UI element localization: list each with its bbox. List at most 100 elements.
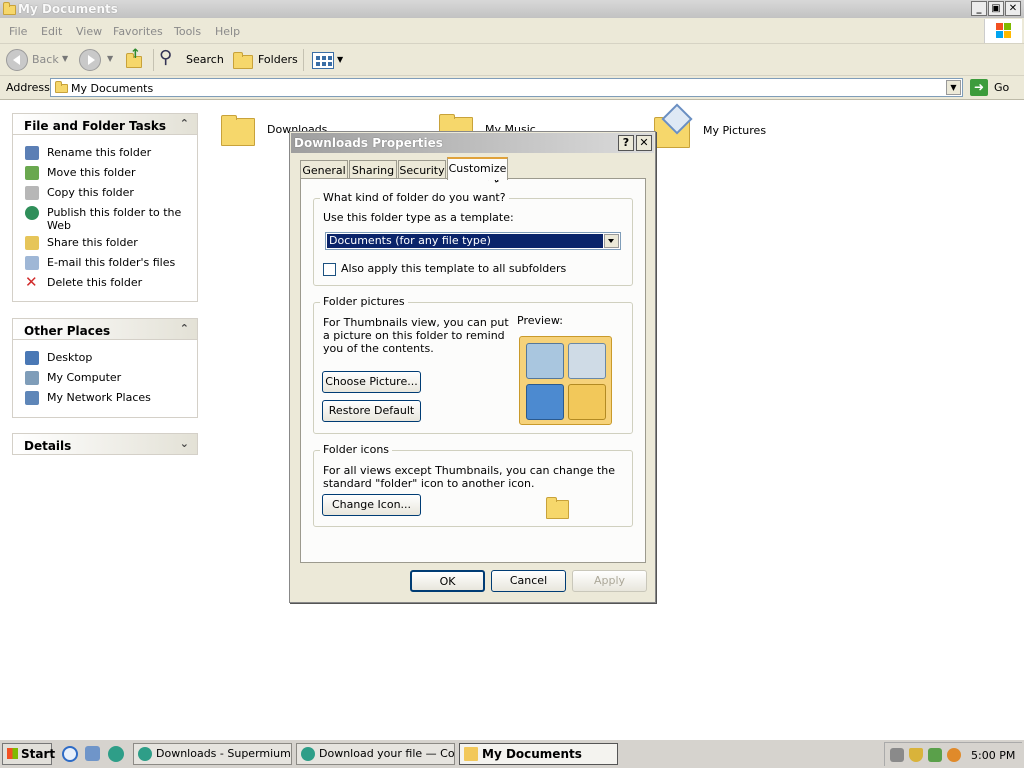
task-label: Share this folder — [47, 236, 138, 249]
menu-edit[interactable]: Edit — [41, 25, 62, 38]
clock[interactable]: 5:00 PM — [971, 749, 1015, 762]
menu-file[interactable]: File — [9, 25, 27, 38]
file-folder-tasks-header[interactable]: File and Folder Tasks ⌃ — [12, 113, 198, 135]
other-places-title: Other Places — [24, 324, 111, 338]
address-dropdown-icon[interactable]: ▼ — [946, 80, 961, 95]
help-button[interactable]: ? — [618, 135, 634, 151]
place-my-computer[interactable]: My Computer — [25, 371, 121, 385]
chevron-down-icon[interactable] — [604, 234, 619, 248]
apply-subfolders-checkbox[interactable] — [323, 263, 336, 276]
collapse-chevron-icon[interactable]: ⌃ — [180, 322, 189, 335]
go-arrow-icon[interactable]: ➜ — [970, 79, 988, 96]
tab-sharing[interactable]: Sharing — [349, 160, 397, 179]
task-email[interactable]: E-mail this folder's files — [25, 256, 176, 270]
go-button[interactable]: Go — [994, 81, 1009, 94]
forward-arrow-icon[interactable] — [79, 49, 101, 71]
security-shield-icon[interactable] — [909, 748, 923, 762]
tab-general[interactable]: General — [300, 160, 348, 179]
network-computer-icon — [526, 384, 564, 420]
close-button[interactable]: ✕ — [1005, 1, 1021, 16]
task-publish[interactable]: Publish this folder to the Web — [25, 206, 187, 232]
change-icon-button[interactable]: Change Icon... — [322, 494, 421, 516]
network-icon — [25, 391, 39, 405]
back-dropdown-icon[interactable]: ▼ — [62, 54, 68, 63]
browser-icon[interactable] — [108, 746, 124, 762]
taskbar-item-downloads-supermium[interactable]: Downloads - Supermium — [133, 743, 292, 765]
tab-customize[interactable]: Customize — [447, 157, 508, 180]
apply-button[interactable]: Apply — [572, 570, 647, 592]
back-arrow-icon[interactable] — [6, 49, 28, 71]
share-icon — [25, 236, 39, 250]
ie-icon[interactable] — [62, 746, 78, 762]
preview-label: Preview: — [517, 314, 563, 327]
expand-chevron-icon[interactable]: ⌄ — [180, 437, 189, 450]
network-tray-icon[interactable] — [928, 748, 942, 762]
computer-icon — [25, 371, 39, 385]
apply-subfolders-label[interactable]: Also apply this template to all subfolde… — [341, 262, 566, 275]
task-copy[interactable]: Copy this folder — [25, 186, 134, 200]
folder-icon — [55, 81, 68, 93]
taskbar-item-download-your-file[interactable]: Download your file — Co... — [296, 743, 455, 765]
task-label: Copy this folder — [47, 186, 134, 199]
system-tray: 5:00 PM — [884, 742, 1022, 766]
folders-icon[interactable] — [233, 52, 253, 69]
template-label: Use this folder type as a template: — [323, 211, 514, 224]
menu-tools[interactable]: Tools — [174, 25, 201, 38]
file-label: My Pictures — [703, 124, 767, 137]
recycle-bin-icon — [568, 343, 606, 379]
task-rename[interactable]: Rename this folder — [25, 146, 152, 160]
search-icon[interactable]: ⚲ — [159, 47, 172, 68]
folder-icon — [464, 747, 478, 761]
folder-icon — [546, 497, 569, 519]
start-button[interactable]: Start — [2, 743, 55, 765]
email-icon — [25, 256, 39, 270]
move-icon — [25, 166, 39, 180]
task-share[interactable]: Share this folder — [25, 236, 138, 250]
collapse-chevron-icon[interactable]: ⌃ — [180, 117, 189, 130]
menu-help[interactable]: Help — [215, 25, 240, 38]
window-title: My Documents — [18, 2, 118, 16]
views-dropdown-icon[interactable]: ▼ — [337, 55, 343, 64]
restore-default-button[interactable]: Restore Default — [322, 400, 421, 422]
folder-pictures-group-label: Folder pictures — [320, 295, 408, 308]
views-icon[interactable] — [312, 52, 334, 69]
menu-favorites[interactable]: Favorites — [113, 25, 163, 38]
folder-icons-group-label: Folder icons — [320, 443, 393, 456]
restore-button[interactable]: ▣ — [988, 1, 1004, 16]
other-places-header[interactable]: Other Places ⌃ — [12, 318, 198, 340]
address-field[interactable]: My Documents ▼ — [50, 78, 963, 97]
taskbar-item-my-documents[interactable]: My Documents — [459, 743, 618, 765]
place-network[interactable]: My Network Places — [25, 391, 151, 405]
recycle-bin-icon — [526, 343, 564, 379]
task-label: Move this folder — [47, 166, 136, 179]
task-label: Rename this folder — [47, 146, 152, 159]
window-titlebar[interactable]: My Documents _ ▣ ✕ — [0, 0, 1024, 18]
dialog-close-button[interactable]: ✕ — [636, 135, 652, 151]
forward-dropdown-icon[interactable]: ▼ — [107, 54, 113, 63]
up-folder-icon[interactable]: ↑ — [124, 47, 144, 70]
task-move[interactable]: Move this folder — [25, 166, 136, 180]
taskbar: Start Downloads - Supermium Download you… — [0, 739, 1024, 768]
search-button[interactable]: Search — [186, 53, 224, 66]
cancel-button[interactable]: Cancel — [491, 570, 566, 592]
back-button[interactable]: Back — [32, 53, 59, 66]
place-desktop[interactable]: Desktop — [25, 351, 92, 365]
folders-button[interactable]: Folders — [258, 53, 298, 66]
windows-flag-icon — [7, 748, 18, 759]
folder-type-dropdown[interactable]: Documents (for any file type) — [325, 232, 621, 250]
task-label: E-mail this folder's files — [47, 256, 176, 269]
file-folder-tasks-body: Rename this folder Move this folder Copy… — [12, 135, 198, 302]
choose-picture-button[interactable]: Choose Picture... — [322, 371, 421, 393]
minimize-button[interactable]: _ — [971, 1, 987, 16]
app-icon[interactable] — [85, 746, 100, 761]
file-item-my-pictures[interactable]: My Pictures — [652, 103, 772, 152]
keyboard-icon[interactable] — [890, 748, 904, 762]
search-tray-icon[interactable] — [947, 748, 961, 762]
folder-icon — [568, 384, 606, 420]
tab-security[interactable]: Security — [398, 160, 446, 179]
menu-view[interactable]: View — [76, 25, 102, 38]
dialog-titlebar[interactable]: Downloads Properties ? ✕ — [291, 133, 654, 153]
ok-button[interactable]: OK — [410, 570, 485, 592]
details-header[interactable]: Details ⌄ — [12, 433, 198, 455]
task-delete[interactable]: ✕ Delete this folder — [25, 275, 142, 290]
